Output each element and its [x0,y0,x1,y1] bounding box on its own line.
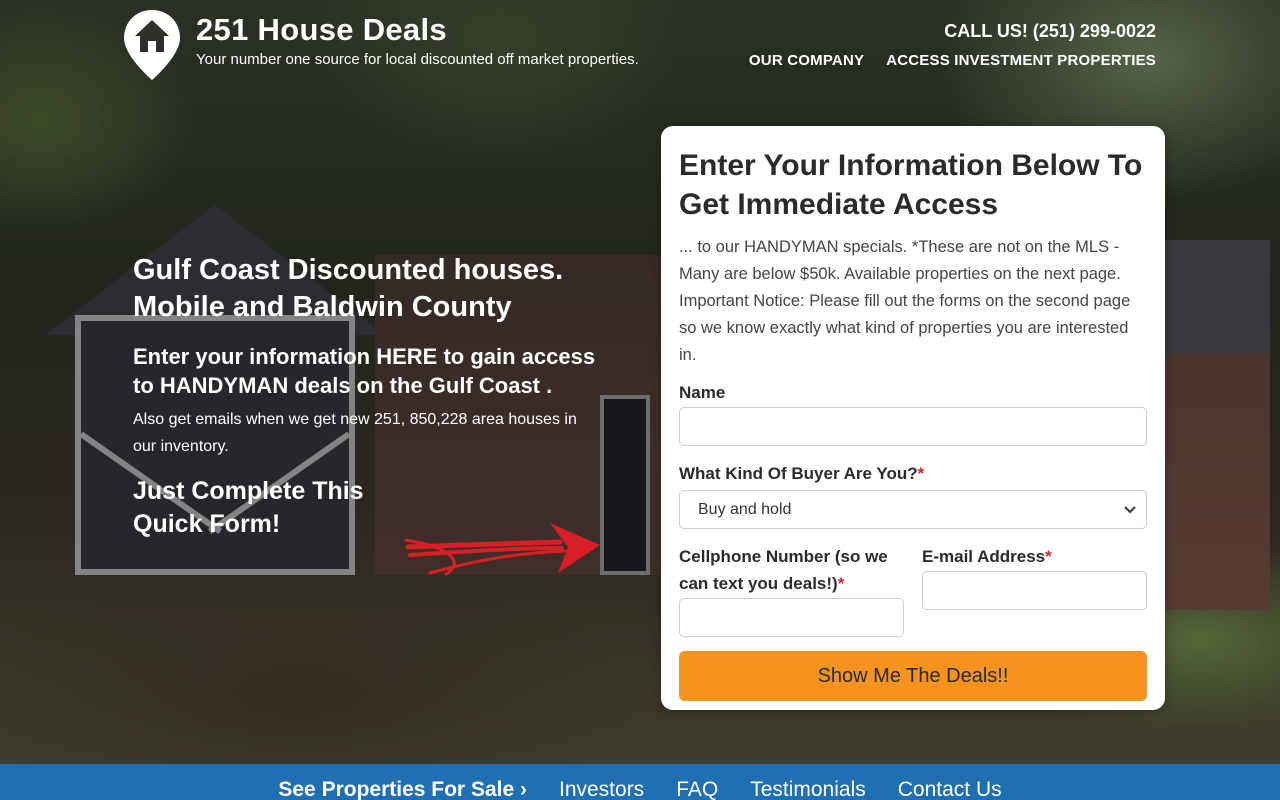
hero-headline: Gulf Coast Discounted houses. Mobile and… [133,254,564,323]
nav-investors[interactable]: Investors [559,778,644,800]
nav-our-company[interactable]: OUR COMPANY [749,52,864,69]
buyer-label-text: What Kind Of Buyer Are You? [679,464,918,483]
hero-paragraph: Also get emails when we get new 251, 850… [133,411,577,455]
required-mark: * [1045,547,1052,566]
hero-section: Gulf Coast Discounted houses. Mobile and… [133,252,603,541]
red-arrow-icon [404,523,600,577]
buyer-type-select[interactable]: Buy and hold [679,490,1147,529]
brand-title[interactable]: 251 House Deals [196,12,447,48]
name-label: Name [679,383,726,402]
nav-faq[interactable]: FAQ [676,778,718,800]
chevron-down-icon [1124,505,1136,513]
nav-testimonials[interactable]: Testimonials [750,778,866,800]
required-mark: * [917,464,925,483]
buyer-label: What Kind Of Buyer Are You?* [679,460,1147,487]
email-input[interactable] [922,571,1147,610]
call-us-phone[interactable]: CALL US! (251) 299-0022 [944,21,1156,42]
phone-field-group: Cellphone Number (so we can text you dea… [679,543,904,637]
house-pin-icon[interactable] [122,8,182,82]
nav-see-properties[interactable]: See Properties For Sale › [278,778,527,800]
contact-row: Cellphone Number (so we can text you dea… [679,543,1147,637]
email-label: E-mail Address* [922,543,1147,570]
nav-access-investment-properties[interactable]: ACCESS INVESTMENT PROPERTIES [886,52,1156,69]
email-label-text: E-mail Address [922,547,1046,566]
nav-contact-us[interactable]: Contact Us [898,778,1002,800]
top-nav: OUR COMPANY ACCESS INVESTMENT PROPERTIES [749,52,1156,69]
phone-label: Cellphone Number (so we can text you dea… [679,543,904,597]
form-title: Enter Your Information Below To Get Imme… [679,149,1143,221]
phone-input[interactable] [679,598,904,637]
bottom-nav: See Properties For Sale › Investors FAQ … [0,764,1280,800]
hero-cta-text: Just Complete This Quick Form! [133,477,364,538]
site-header: 251 House Deals Your number one source f… [0,0,1280,90]
buyer-type-value: Buy and hold [698,500,792,518]
required-mark: * [837,574,845,593]
hero-subheadline: Enter your information HERE to gain acce… [133,344,596,398]
buyer-field-group: What Kind Of Buyer Are You?* Buy and hol… [679,460,1147,529]
phone-label-text: Cellphone Number (so we can text you dea… [679,547,888,593]
email-field-group: E-mail Address* [922,543,1147,637]
lead-form-card: Enter Your Information Below To Get Imme… [661,126,1165,710]
name-input[interactable] [679,407,1147,446]
brand-subtitle: Your number one source for local discoun… [196,51,639,68]
form-intro: ... to our HANDYMAN specials. *These are… [679,238,1131,364]
show-deals-button[interactable]: Show Me The Deals!! [679,651,1147,701]
name-field-group: Name [679,379,1147,446]
